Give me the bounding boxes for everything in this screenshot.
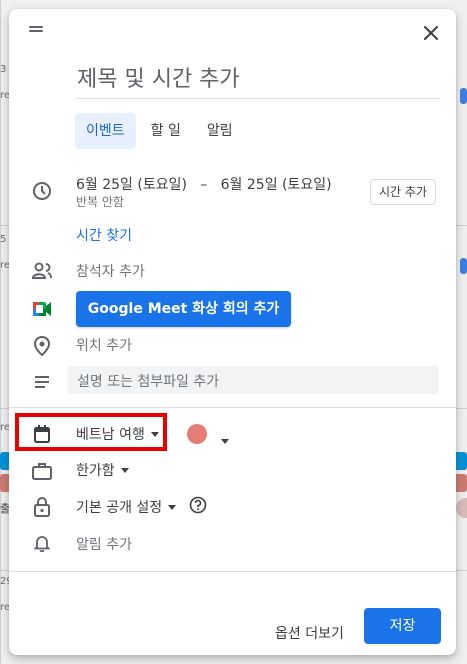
event-dialog: 제목 및 시간 추가 이벤트 할 일 알림 6월 25일 (토요일) – 6월 …	[9, 9, 456, 655]
tab-event[interactable]: 이벤트	[75, 113, 136, 149]
clock-icon	[31, 180, 53, 202]
drag-handle-icon[interactable]	[29, 24, 45, 34]
add-google-meet-button[interactable]: Google Meet 화상 회의 추가	[76, 291, 291, 327]
tab-reminder[interactable]: 알림	[196, 113, 244, 149]
tab-task[interactable]: 할 일	[140, 113, 192, 149]
save-button[interactable]: 저장	[364, 608, 441, 644]
add-notification-field[interactable]: 알림 추가	[76, 534, 132, 554]
people-icon	[31, 260, 53, 282]
bell-icon	[31, 532, 53, 554]
find-time-link[interactable]: 시간 찾기	[76, 225, 132, 245]
chevron-down-icon	[168, 505, 177, 510]
event-type-tabs: 이벤트 할 일 알림	[75, 113, 244, 149]
lock-icon	[31, 496, 53, 518]
calendar-color-dot[interactable]	[187, 424, 207, 444]
google-meet-icon	[31, 298, 53, 320]
visibility-label: 기본 공개 설정	[76, 500, 163, 516]
color-picker-dropdown[interactable]	[215, 431, 229, 450]
help-icon[interactable]	[189, 496, 207, 518]
repeat-setting[interactable]: 반복 안함	[76, 193, 124, 210]
date-range[interactable]: 6월 25일 (토요일) – 6월 25일 (토요일)	[76, 174, 332, 194]
divider	[9, 407, 456, 408]
calendar-icon	[31, 423, 53, 445]
chevron-down-icon	[221, 439, 229, 444]
busy-status-selector[interactable]: 한가함	[76, 460, 129, 480]
chevron-down-icon	[120, 468, 129, 473]
calendar-name: 베트남 여행	[76, 427, 145, 443]
title-input[interactable]: 제목 및 시간 추가	[77, 64, 439, 99]
location-pin-icon	[31, 335, 53, 357]
briefcase-icon	[31, 460, 53, 482]
close-button[interactable]	[417, 19, 445, 47]
close-icon	[424, 26, 438, 40]
add-guests-field[interactable]: 참석자 추가	[76, 261, 145, 281]
visibility-selector[interactable]: 기본 공개 설정	[76, 497, 177, 517]
more-options-button[interactable]: 옵션 더보기	[267, 616, 352, 652]
add-location-field[interactable]: 위치 추가	[76, 335, 132, 355]
chevron-down-icon	[150, 432, 159, 437]
description-field[interactable]: 설명 또는 첨부파일 추가	[67, 366, 439, 394]
busy-status-label: 한가함	[76, 463, 115, 479]
calendar-selector[interactable]: 베트남 여행	[76, 424, 159, 444]
description-placeholder: 설명 또는 첨부파일 추가	[77, 374, 220, 390]
divider	[9, 571, 456, 572]
add-time-button[interactable]: 시간 추가	[370, 179, 436, 205]
description-icon	[31, 371, 53, 393]
